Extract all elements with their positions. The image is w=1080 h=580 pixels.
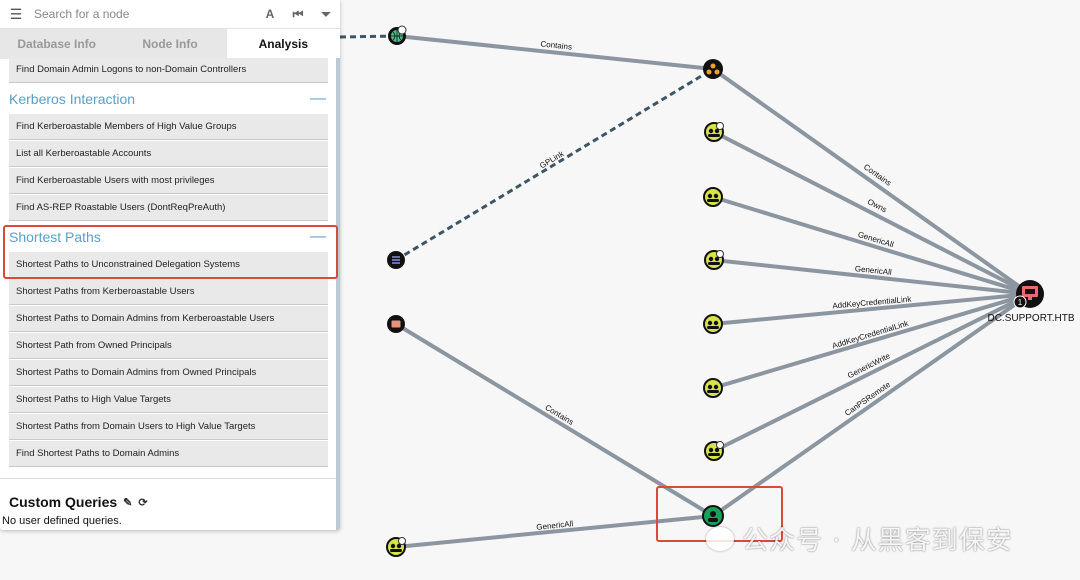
query-item[interactable]: Shortest Paths to Domain Admins from Ker… xyxy=(9,306,328,332)
query-item[interactable]: Find Domain Admin Logons to non-Domain C… xyxy=(9,58,328,83)
graph-nodes: 1 DC.SUPPORT.HTB xyxy=(386,25,1075,557)
highlight-box-shortest-paths xyxy=(3,225,338,279)
search-bar: ☰ A ⏮ ⏷ xyxy=(0,0,340,29)
custom-queries-empty: No user defined queries. xyxy=(2,515,122,527)
divider xyxy=(0,478,336,479)
tab-node-info[interactable]: Node Info xyxy=(113,29,227,59)
query-item[interactable]: Shortest Path from Owned Principals xyxy=(9,333,328,359)
node-badge-count: 1 xyxy=(1018,298,1023,307)
box-icon xyxy=(391,320,401,328)
wechat-logo-icon xyxy=(706,526,734,551)
query-item[interactable]: Find Kerberoastable Members of High Valu… xyxy=(9,114,328,140)
domain-node[interactable] xyxy=(388,25,407,45)
scrollbar-thumb[interactable] xyxy=(336,58,340,530)
custom-queries-title: Custom Queries xyxy=(9,494,118,510)
query-item[interactable]: Shortest Paths from Kerberoastable Users xyxy=(9,279,328,305)
filter-icon[interactable]: ⏷ xyxy=(312,7,340,22)
query-item[interactable]: Find AS-REP Roastable Users (DontReqPreA… xyxy=(9,195,328,221)
edge-line[interactable] xyxy=(711,67,1032,296)
edge-labels: Contains GPLink Contains Owns GenericAll… xyxy=(536,39,913,532)
pathfinding-icon[interactable]: A xyxy=(256,7,284,21)
watermark: 公众号 · 从黑客到保安 xyxy=(706,520,1013,557)
group-node[interactable] xyxy=(704,122,724,142)
collapse-icon[interactable]: — xyxy=(310,90,326,108)
query-item[interactable]: Shortest Paths to Domain Admins from Own… xyxy=(9,360,328,386)
query-item[interactable]: Find Kerberoastable Users with most priv… xyxy=(9,168,328,194)
menu-icon[interactable]: ☰ xyxy=(0,6,32,23)
panel-tabs: Database Info Node Info Analysis xyxy=(0,29,340,59)
panel-scrollbar[interactable] xyxy=(336,58,340,530)
query-item[interactable]: Find Shortest Paths to Domain Admins xyxy=(9,441,328,467)
back-icon[interactable]: ⏮ xyxy=(284,7,312,22)
section-kerberos-interaction[interactable]: Kerberos Interaction — xyxy=(9,85,326,113)
tab-analysis[interactable]: Analysis xyxy=(226,29,340,59)
graph-edges xyxy=(339,34,1032,549)
group-node[interactable] xyxy=(386,537,406,557)
ou-node[interactable] xyxy=(703,59,723,79)
section-title: Kerberos Interaction xyxy=(9,91,136,107)
group-node[interactable] xyxy=(703,378,723,398)
group-node[interactable] xyxy=(704,441,724,461)
query-item[interactable]: List all Kerberoastable Accounts xyxy=(9,141,328,167)
group-node[interactable] xyxy=(703,314,723,334)
pencil-icon[interactable]: ✎ xyxy=(123,496,132,509)
edge-line[interactable] xyxy=(711,292,1032,518)
gpo-node[interactable] xyxy=(387,251,405,269)
query-item[interactable]: Shortest Paths to High Value Targets xyxy=(9,387,328,413)
computer-node-label: DC.SUPPORT.HTB xyxy=(987,313,1074,324)
refresh-icon[interactable]: ⟳ xyxy=(138,496,147,509)
container-node[interactable] xyxy=(387,315,405,333)
group-node[interactable] xyxy=(703,187,723,207)
query-item[interactable]: Shortest Paths from Domain Users to High… xyxy=(9,414,328,440)
search-input[interactable] xyxy=(32,1,256,27)
custom-queries-header: Custom Queries ✎ ⟳ xyxy=(9,494,148,510)
watermark-text: 公众号 · 从黑客到保安 xyxy=(742,526,1013,556)
group-node[interactable] xyxy=(704,250,724,270)
tab-database-info[interactable]: Database Info xyxy=(0,29,114,59)
edge-dashed[interactable] xyxy=(395,67,714,262)
